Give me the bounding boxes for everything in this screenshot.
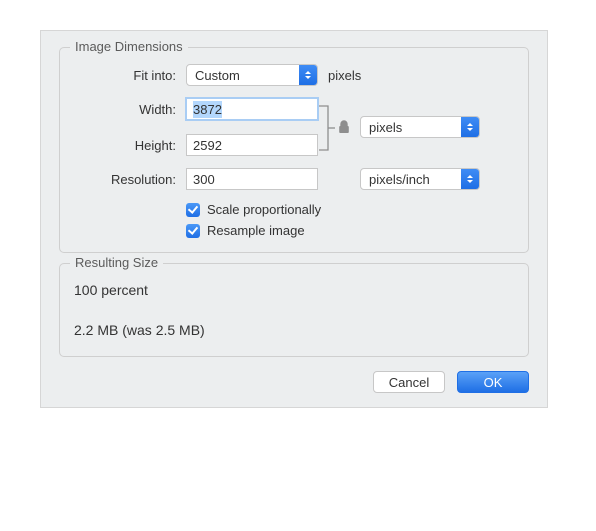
resample-image-label: Resample image: [207, 223, 305, 238]
result-size: 2.2 MB (was 2.5 MB): [74, 322, 514, 338]
ok-button-label: OK: [484, 375, 503, 390]
image-size-dialog: Image Dimensions Fit into: Custom pixels…: [40, 30, 548, 408]
fit-into-value: Custom: [195, 68, 240, 83]
checkmark-icon: [186, 224, 200, 238]
link-bracket: [318, 100, 336, 156]
lock-icon[interactable]: [336, 118, 352, 136]
chevron-updown-icon: [299, 65, 317, 85]
checkmark-icon: [186, 203, 200, 217]
image-dimensions-title: Image Dimensions: [70, 39, 188, 54]
image-dimensions-group: Image Dimensions Fit into: Custom pixels…: [59, 47, 529, 253]
height-label: Height:: [74, 138, 186, 153]
cancel-button-label: Cancel: [389, 375, 429, 390]
fit-into-label: Fit into:: [74, 68, 186, 83]
resolution-row: Resolution: 300 pixels/inch: [74, 168, 514, 190]
fit-into-row: Fit into: Custom pixels: [74, 64, 514, 86]
height-field[interactable]: 2592: [186, 134, 318, 156]
fit-into-dropdown[interactable]: Custom: [186, 64, 318, 86]
wh-unit-value: pixels: [369, 120, 402, 135]
resulting-size-group: Resulting Size 100 percent 2.2 MB (was 2…: [59, 263, 529, 357]
resolution-field[interactable]: 300: [186, 168, 318, 190]
scale-proportionally-checkbox[interactable]: Scale proportionally: [186, 202, 514, 217]
chevron-updown-icon: [461, 169, 479, 189]
resolution-unit-dropdown[interactable]: pixels/inch: [360, 168, 480, 190]
cancel-button[interactable]: Cancel: [373, 371, 445, 393]
resolution-value: 300: [193, 172, 215, 187]
resolution-label: Resolution:: [74, 172, 186, 187]
resample-image-checkbox[interactable]: Resample image: [186, 223, 514, 238]
result-percent: 100 percent: [74, 282, 514, 298]
chevron-updown-icon: [461, 117, 479, 137]
width-field[interactable]: 3872: [186, 98, 318, 120]
width-height-block: Width: 3872 Height: 2592: [74, 98, 514, 156]
width-value: 3872: [193, 101, 222, 118]
width-label: Width:: [74, 102, 186, 117]
dialog-buttons: Cancel OK: [59, 371, 529, 393]
fit-into-unit: pixels: [328, 68, 361, 83]
scale-proportionally-label: Scale proportionally: [207, 202, 321, 217]
resulting-size-title: Resulting Size: [70, 255, 163, 270]
wh-unit-dropdown[interactable]: pixels: [360, 116, 480, 138]
ok-button[interactable]: OK: [457, 371, 529, 393]
resolution-unit-value: pixels/inch: [369, 172, 430, 187]
height-value: 2592: [193, 138, 222, 153]
